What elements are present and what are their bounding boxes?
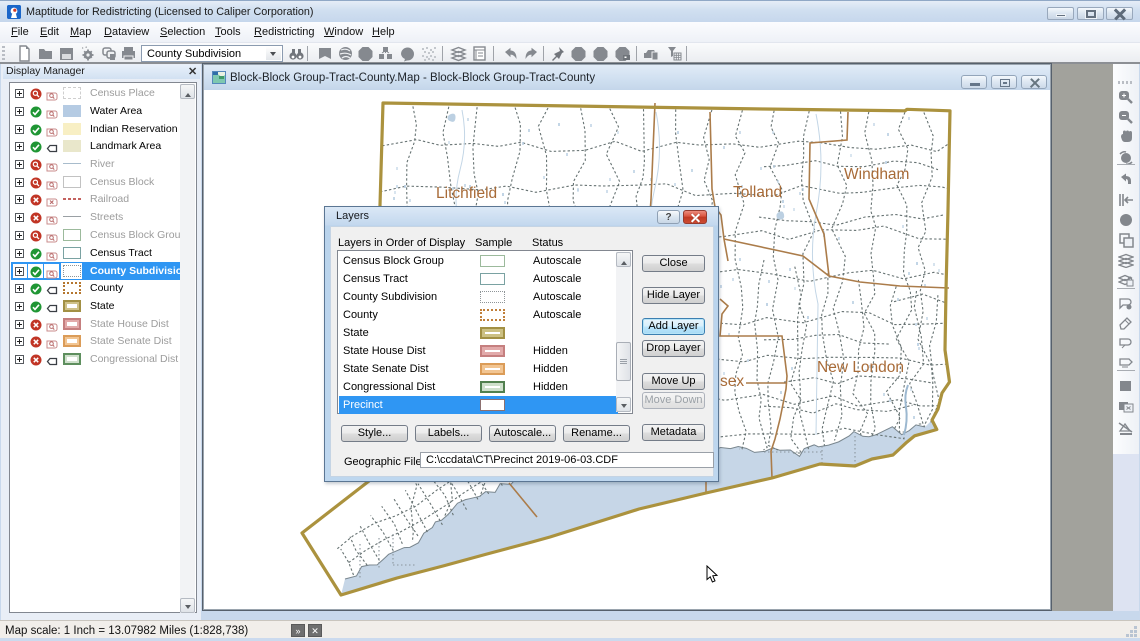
- svg-text:New London: New London: [817, 359, 904, 376]
- svg-text:Windham: Windham: [844, 166, 909, 183]
- svg-text:Tolland: Tolland: [733, 184, 782, 201]
- svg-text:sex: sex: [720, 373, 744, 390]
- svg-text:Litchfield: Litchfield: [436, 185, 497, 202]
